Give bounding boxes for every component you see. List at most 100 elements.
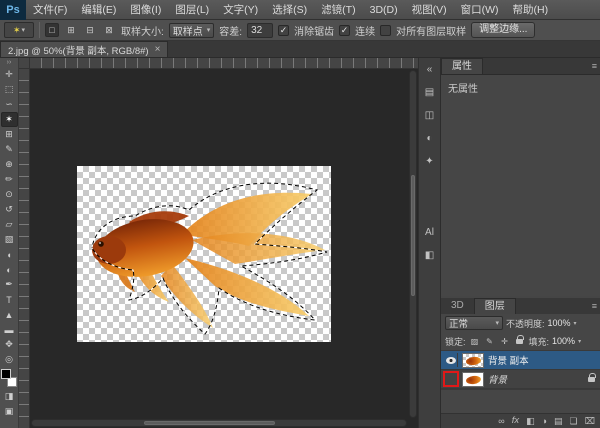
lock-position-icon[interactable]: ✛ (499, 335, 511, 347)
menu-type[interactable]: 文字(Y) (216, 0, 265, 20)
menu-view[interactable]: 视图(V) (405, 0, 454, 20)
hand-tool[interactable]: ✥ (1, 337, 18, 352)
adjustment-layer-icon[interactable]: ◑ (542, 414, 547, 428)
lock-pixels-icon[interactable]: ✎ (484, 335, 496, 347)
opacity-label: 不透明度: (506, 317, 545, 330)
chevron-down-icon[interactable]: ▾ (578, 338, 581, 345)
crop-tool[interactable]: ⊞ (1, 127, 18, 142)
lasso-tool[interactable]: ∽ (1, 97, 18, 112)
chevron-down-icon[interactable]: ▾ (574, 320, 577, 327)
layer-name[interactable]: 背景 (488, 372, 507, 386)
horizontal-scrollbar-thumb[interactable] (144, 421, 275, 425)
fill-value[interactable]: 100% (552, 336, 575, 346)
vertical-scrollbar-thumb[interactable] (411, 175, 415, 296)
layer-style-icon[interactable]: fx (512, 414, 519, 428)
layer-row-background-copy[interactable]: 背景 副本 (441, 351, 600, 370)
document-tab-bar: 2.jpg @ 50%(背景 副本, RGB/8#) × (0, 41, 600, 58)
subtract-selection-icon[interactable]: ⊟ (83, 23, 97, 37)
delete-layer-icon[interactable]: ⌧ (585, 414, 595, 428)
dock-icon-channels[interactable]: ◧ (421, 246, 439, 264)
intersect-selection-icon[interactable]: ⊠ (102, 23, 116, 37)
history-brush-tool[interactable]: ↺ (1, 202, 18, 217)
visibility-toggle[interactable] (444, 372, 458, 386)
vertical-scrollbar[interactable] (409, 70, 417, 418)
eraser-tool[interactable]: ▱ (1, 217, 18, 232)
tab-layers[interactable]: 图层 (474, 298, 516, 314)
dock-icon-ai[interactable]: Al (421, 223, 439, 241)
chevron-down-icon: ▾ (22, 26, 26, 34)
foreground-color-swatch[interactable] (1, 369, 11, 379)
layer-mask-icon[interactable]: ◧ (526, 414, 535, 428)
visibility-toggle[interactable] (444, 353, 458, 367)
link-layers-icon[interactable]: ∞ (498, 414, 504, 428)
toolbar-collapse-icon[interactable]: ›› (7, 59, 12, 67)
goldfish-image (77, 166, 331, 342)
tools-panel: ›› ✛ ⬚ ∽ ✶ ⊞ ✎ ⊕ ✏ ⊙ ↺ ▱ ▧ ◖ ◐ ✒ T ▲ ▬ ✥… (0, 58, 19, 428)
lock-transparency-icon[interactable]: ▨ (469, 335, 481, 347)
blur-tool[interactable]: ◖ (1, 247, 18, 262)
opacity-value[interactable]: 100% (548, 318, 571, 328)
clone-stamp-tool[interactable]: ⊙ (1, 187, 18, 202)
shape-tool[interactable]: ▬ (1, 322, 18, 337)
path-select-tool[interactable]: ▲ (1, 307, 18, 322)
tab-properties[interactable]: 属性 (441, 58, 483, 74)
add-selection-icon[interactable]: ⊞ (64, 23, 78, 37)
horizontal-scrollbar[interactable] (31, 419, 407, 427)
layer-row-background[interactable]: 背景 (441, 370, 600, 389)
zoom-tool[interactable]: ◎ (1, 352, 18, 367)
sample-all-layers-checkbox[interactable] (380, 25, 391, 36)
magic-wand-tool[interactable]: ✶ (1, 112, 18, 127)
new-selection-icon[interactable]: □ (45, 23, 59, 37)
close-icon[interactable]: × (155, 44, 161, 55)
menu-layer[interactable]: 图层(L) (168, 0, 216, 20)
marquee-tool[interactable]: ⬚ (1, 82, 18, 97)
new-layer-icon[interactable]: ❏ (570, 414, 578, 428)
gradient-tool[interactable]: ▧ (1, 232, 18, 247)
canvas-area[interactable] (19, 58, 418, 428)
panel-menu-icon[interactable]: ≡ (592, 58, 597, 74)
sample-size-dropdown[interactable]: 取样点 ▾ (169, 23, 215, 38)
collapse-dock-icon[interactable]: « (421, 60, 439, 78)
contiguous-label: 连续 (355, 23, 375, 38)
dock-icon-history[interactable]: ▤ (421, 83, 439, 101)
new-group-icon[interactable]: ▤ (554, 414, 563, 428)
panel-menu-icon[interactable]: ≡ (592, 298, 597, 314)
menu-3d[interactable]: 3D(D) (363, 0, 405, 20)
tab-3d[interactable]: 3D (441, 298, 474, 314)
menu-edit[interactable]: 编辑(E) (74, 0, 123, 20)
layer-thumbnail[interactable] (462, 353, 484, 368)
tolerance-input[interactable]: 32 (247, 23, 273, 38)
move-tool[interactable]: ✛ (1, 67, 18, 82)
quick-mask-toggle[interactable]: ◨ (1, 389, 18, 404)
menu-filter[interactable]: 滤镜(T) (314, 0, 362, 20)
healing-brush-tool[interactable]: ⊕ (1, 157, 18, 172)
menu-window[interactable]: 窗口(W) (454, 0, 506, 20)
layer-name[interactable]: 背景 副本 (488, 353, 529, 367)
sample-size-label: 取样大小: (121, 23, 164, 38)
tool-preset-dropdown[interactable]: ✶ ▾ (4, 22, 34, 38)
lock-all-icon[interactable] (514, 335, 526, 347)
options-bar: ✶ ▾ □ ⊞ ⊟ ⊠ 取样大小: 取样点 ▾ 容差: 32 ✓ 消除锯齿 ✓ … (0, 20, 600, 41)
dock-icon-swatches[interactable]: ◫ (421, 106, 439, 124)
color-swatches[interactable] (1, 369, 17, 387)
eyedropper-tool[interactable]: ✎ (1, 142, 18, 157)
dock-icon-styles[interactable]: ✦ (421, 152, 439, 170)
type-tool[interactable]: T (1, 292, 18, 307)
brush-tool[interactable]: ✏ (1, 172, 18, 187)
menu-select[interactable]: 选择(S) (265, 0, 314, 20)
contiguous-checkbox[interactable]: ✓ (339, 25, 350, 36)
refine-edge-button[interactable]: 调整边缘... (471, 22, 535, 38)
red-annotation-box (443, 371, 459, 387)
pen-tool[interactable]: ✒ (1, 277, 18, 292)
menu-file[interactable]: 文件(F) (26, 0, 74, 20)
layer-thumbnail[interactable] (462, 372, 484, 387)
antialias-checkbox[interactable]: ✓ (278, 25, 289, 36)
menu-help[interactable]: 帮助(H) (506, 0, 556, 20)
dock-icon-adjustments[interactable]: ◐ (421, 129, 439, 147)
screen-mode-toggle[interactable]: ▣ (1, 404, 18, 419)
dodge-tool[interactable]: ◐ (1, 262, 18, 277)
menu-image[interactable]: 图像(I) (123, 0, 168, 20)
document-tab[interactable]: 2.jpg @ 50%(背景 副本, RGB/8#) × (0, 41, 168, 57)
blend-mode-dropdown[interactable]: 正常 ▾ (445, 316, 503, 330)
document-image[interactable] (77, 166, 331, 342)
